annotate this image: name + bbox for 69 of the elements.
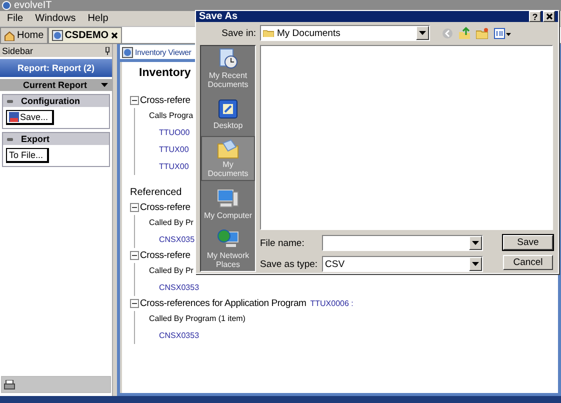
view-menu-icon[interactable] bbox=[494, 28, 511, 38]
document-clock-icon bbox=[217, 48, 239, 70]
program-link[interactable]: CNSX035 bbox=[149, 231, 195, 248]
program-link[interactable]: CNSX0353 bbox=[149, 327, 200, 344]
document-tab[interactable]: Home bbox=[0, 27, 48, 43]
computer-icon bbox=[217, 188, 239, 210]
place-item[interactable]: My Network Places bbox=[201, 226, 255, 271]
dropdown-arrow-icon bbox=[419, 31, 426, 35]
program-link[interactable]: TTUO00 bbox=[149, 124, 190, 141]
section-title: Cross-references for Application Program bbox=[140, 297, 306, 311]
program-link[interactable]: CNSX0353 bbox=[149, 279, 200, 296]
dialog-title: Save As bbox=[199, 11, 238, 22]
file-name-field[interactable] bbox=[322, 235, 483, 251]
pin-icon[interactable] bbox=[105, 46, 110, 54]
group-label: Called By Pr bbox=[149, 265, 194, 277]
group-title: Export bbox=[21, 134, 50, 144]
save-in-label: Save in: bbox=[220, 28, 256, 38]
close-icon[interactable] bbox=[110, 32, 118, 39]
menu-item[interactable]: Help bbox=[84, 13, 116, 24]
place-item[interactable]: My Recent Documents bbox=[201, 46, 255, 91]
program-link[interactable]: TTUX0006 : bbox=[310, 296, 354, 311]
collapse-icon[interactable] bbox=[7, 100, 13, 102]
collapse-toggle-icon[interactable] bbox=[130, 203, 139, 212]
home-icon bbox=[4, 30, 15, 40]
network-computer-icon bbox=[217, 228, 239, 250]
file-name-label: File name: bbox=[260, 238, 306, 248]
close-button[interactable] bbox=[543, 11, 555, 22]
document-tab[interactable]: CSDEMO bbox=[48, 27, 122, 43]
section-title: Cross-refere bbox=[140, 94, 190, 108]
sidebar-button[interactable]: Save... bbox=[6, 110, 54, 125]
globe-icon bbox=[122, 46, 133, 58]
program-link[interactable]: TTUX00 bbox=[149, 158, 189, 175]
app-logo-icon bbox=[2, 1, 11, 10]
report-header: Report: Report (2) bbox=[0, 59, 112, 77]
current-report-bar[interactable]: Current Report bbox=[0, 79, 112, 91]
group-label: Calls Progra bbox=[149, 110, 194, 122]
collapse-toggle-icon[interactable] bbox=[130, 96, 139, 105]
collapse-icon[interactable] bbox=[7, 138, 13, 140]
file-type-dropdown[interactable]: CSV bbox=[322, 256, 483, 272]
sidebar-title: Sidebar bbox=[2, 46, 34, 56]
group-label: Called By Program (1 item) bbox=[149, 313, 246, 325]
collapse-toggle-icon[interactable] bbox=[130, 299, 139, 308]
dialog-button[interactable]: Save bbox=[503, 235, 553, 250]
save-in-dropdown[interactable]: My Documents bbox=[260, 25, 430, 41]
report-title: Inventory bbox=[138, 67, 191, 79]
section-title: Cross-refere bbox=[140, 201, 190, 215]
window-title: evolveIT bbox=[14, 0, 52, 11]
dropdown-arrow-icon bbox=[101, 83, 108, 87]
menu-item[interactable]: File bbox=[3, 13, 32, 24]
program-link[interactable]: TTUX00 bbox=[149, 141, 189, 158]
sidebar-button[interactable]: To File... bbox=[6, 148, 50, 163]
file-type-label: Save as type: bbox=[260, 258, 319, 270]
dropdown-arrow-icon bbox=[472, 241, 479, 245]
group-label: Called By Pr bbox=[149, 217, 194, 229]
desktop-icon bbox=[217, 98, 239, 120]
collapse-toggle-icon[interactable] bbox=[130, 251, 139, 260]
globe-icon bbox=[52, 30, 63, 41]
place-item[interactable]: My Computer bbox=[201, 181, 255, 226]
help-button[interactable]: ? bbox=[529, 11, 541, 22]
printer-icon[interactable] bbox=[4, 380, 15, 390]
folder-icon bbox=[217, 139, 239, 159]
dialog-button[interactable]: Cancel bbox=[503, 255, 553, 270]
dropdown-arrow-icon bbox=[472, 262, 479, 266]
place-item[interactable]: Desktop bbox=[201, 91, 255, 136]
new-folder-icon[interactable] bbox=[476, 28, 488, 38]
section-heading: Referenced bbox=[130, 186, 182, 200]
group-title: Configuration bbox=[21, 96, 80, 106]
section-title: Cross-refere bbox=[140, 249, 190, 263]
menu-item[interactable]: Windows bbox=[31, 13, 84, 24]
